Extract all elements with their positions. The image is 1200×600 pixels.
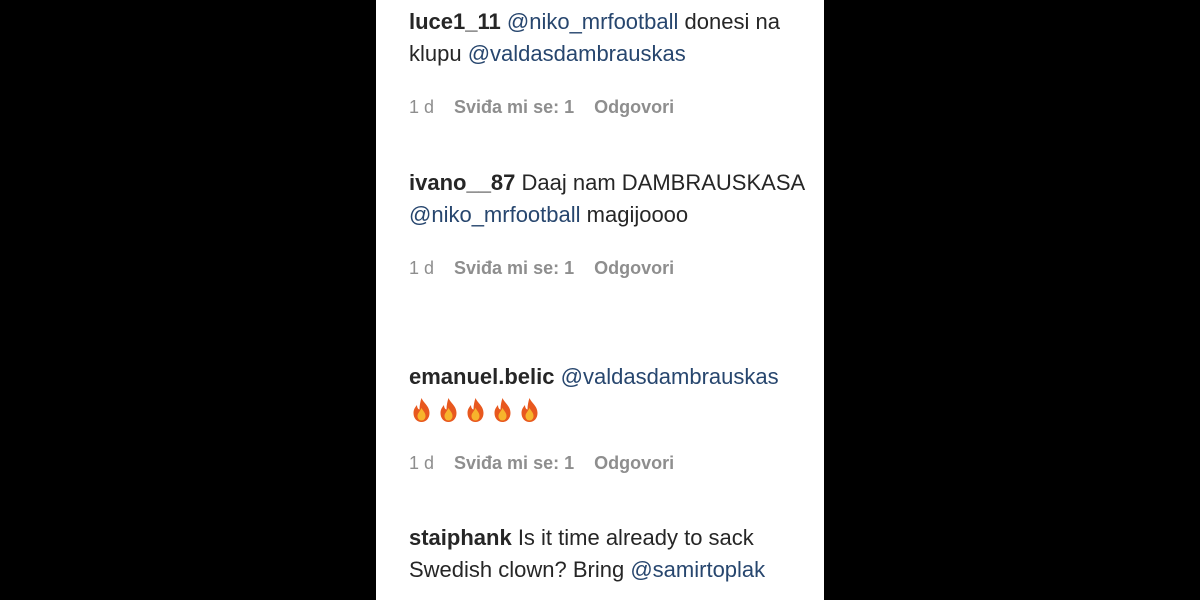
likes-count[interactable]: Sviđa mi se: 1: [454, 97, 574, 118]
comment-username[interactable]: luce1_11: [409, 9, 501, 34]
comment-text: staiphank Is it time already to sack Swe…: [409, 522, 814, 586]
fire-icon: [413, 398, 430, 423]
comment-time: 1 d: [409, 452, 435, 473]
comment-meta: 1 d Sviđa mi se: 1 Odgovori: [409, 94, 814, 120]
fire-icon: [467, 398, 484, 423]
comment-item: emanuel.belic @valdasdambrauskas 1 d Svi…: [409, 361, 814, 476]
fire-icon: [521, 398, 538, 423]
likes-count[interactable]: Sviđa mi se: 1: [454, 453, 574, 474]
likes-count[interactable]: Sviđa mi se: 1: [454, 258, 574, 279]
comment-item: staiphank Is it time already to sack Swe…: [409, 522, 814, 586]
comment-meta: 1 d Sviđa mi se: 1 Odgovori: [409, 450, 814, 476]
comment-time: 1 d: [409, 257, 435, 278]
comment-text: emanuel.belic @valdasdambrauskas: [409, 361, 814, 425]
comment-username[interactable]: staiphank: [409, 525, 512, 550]
mention-link[interactable]: @valdasdambrauskas: [561, 364, 779, 389]
comment-item: ivano__87 Daaj nam DAMBRAUSKASA @niko_mr…: [409, 167, 814, 281]
fire-icon: [494, 398, 511, 423]
fire-emoji-row: [409, 397, 542, 423]
mention-link[interactable]: @niko_mrfootball: [409, 202, 581, 227]
comment-item: luce1_11 @niko_mrfootball donesi na klup…: [409, 6, 814, 120]
mention-link[interactable]: @valdasdambrauskas: [468, 41, 686, 66]
comment-username[interactable]: emanuel.belic: [409, 364, 555, 389]
comment-text: ivano__87 Daaj nam DAMBRAUSKASA @niko_mr…: [409, 167, 814, 231]
comment-body: Daaj nam DAMBRAUSKASA: [515, 170, 804, 195]
reply-button[interactable]: Odgovori: [594, 97, 674, 118]
comments-panel: luce1_11 @niko_mrfootball donesi na klup…: [376, 0, 824, 600]
reply-button[interactable]: Odgovori: [594, 258, 674, 279]
reply-button[interactable]: Odgovori: [594, 453, 674, 474]
fire-icon: [440, 398, 457, 423]
comment-text: luce1_11 @niko_mrfootball donesi na klup…: [409, 6, 814, 70]
mention-link[interactable]: @niko_mrfootball: [507, 9, 679, 34]
comment-body: magijoooo: [580, 202, 689, 227]
comment-username[interactable]: ivano__87: [409, 170, 515, 195]
mention-link[interactable]: @samirtoplak: [630, 557, 765, 582]
comment-meta: 1 d Sviđa mi se: 1 Odgovori: [409, 255, 814, 281]
comment-time: 1 d: [409, 96, 435, 117]
